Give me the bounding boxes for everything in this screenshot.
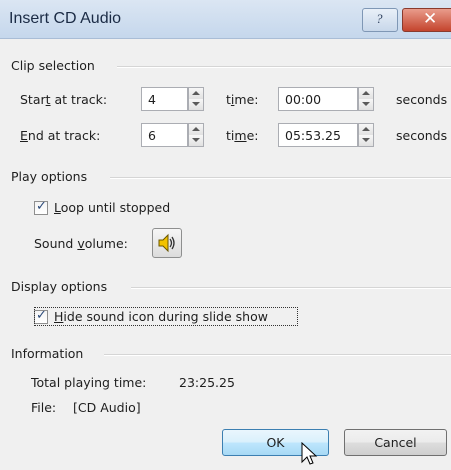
speaker-icon bbox=[158, 233, 175, 253]
checkmark-icon: ✓ bbox=[36, 199, 47, 214]
hide-icon-label[interactable]: Hide sound icon during slide show bbox=[54, 309, 268, 324]
help-button[interactable]: ? bbox=[362, 8, 398, 32]
display-options-divider bbox=[131, 287, 451, 289]
spin-down-icon[interactable] bbox=[189, 99, 203, 110]
end-time-label: time: bbox=[226, 128, 259, 143]
sound-volume-button[interactable] bbox=[152, 228, 182, 258]
start-time-label: time: bbox=[226, 92, 259, 107]
dialog-title: Insert CD Audio bbox=[9, 10, 122, 27]
close-icon: ✕ bbox=[423, 9, 438, 29]
spin-down-icon[interactable] bbox=[189, 135, 203, 146]
title-bar: Insert CD Audio ? ✕ bbox=[0, 0, 451, 39]
play-options-heading: Play options bbox=[11, 169, 88, 184]
loop-checkbox[interactable]: ✓ bbox=[34, 199, 48, 215]
spin-down-icon[interactable] bbox=[359, 99, 373, 110]
spin-down-icon[interactable] bbox=[359, 135, 373, 146]
start-track-input[interactable]: 4 bbox=[141, 87, 188, 111]
end-time-unit: seconds bbox=[396, 128, 448, 143]
end-track-input[interactable]: 6 bbox=[141, 123, 188, 147]
file-label: File: bbox=[31, 400, 57, 415]
information-divider bbox=[104, 354, 451, 356]
start-time-input[interactable]: 00:00 bbox=[278, 87, 358, 111]
end-track-spinner[interactable] bbox=[188, 123, 204, 147]
question-mark-icon: ? bbox=[376, 11, 383, 26]
display-options-heading: Display options bbox=[11, 279, 108, 294]
clip-selection-divider bbox=[117, 66, 451, 68]
total-playing-time-label: Total playing time: bbox=[31, 375, 147, 390]
start-track-label: Start at track: bbox=[20, 92, 108, 107]
play-options-divider bbox=[110, 177, 451, 179]
start-track-spinner[interactable] bbox=[188, 87, 204, 111]
cancel-button[interactable]: Cancel bbox=[344, 429, 447, 456]
close-button[interactable]: ✕ bbox=[402, 8, 451, 32]
loop-label[interactable]: Loop until stopped bbox=[54, 200, 170, 215]
insert-cd-audio-dialog: Insert CD Audio ? ✕ Clip selection Start… bbox=[0, 0, 451, 470]
information-heading: Information bbox=[11, 346, 84, 361]
end-time-input[interactable]: 05:53.25 bbox=[278, 123, 358, 147]
sound-volume-label: Sound volume: bbox=[34, 236, 128, 251]
end-time-spinner[interactable] bbox=[358, 123, 374, 147]
clip-selection-heading: Clip selection bbox=[11, 58, 95, 73]
start-time-unit: seconds bbox=[396, 92, 448, 107]
file-value: [CD Audio] bbox=[73, 400, 141, 415]
mouse-pointer-icon bbox=[301, 442, 318, 465]
total-playing-time-value: 23:25.25 bbox=[179, 375, 235, 390]
end-track-label: End at track: bbox=[20, 128, 101, 143]
start-time-spinner[interactable] bbox=[358, 87, 374, 111]
